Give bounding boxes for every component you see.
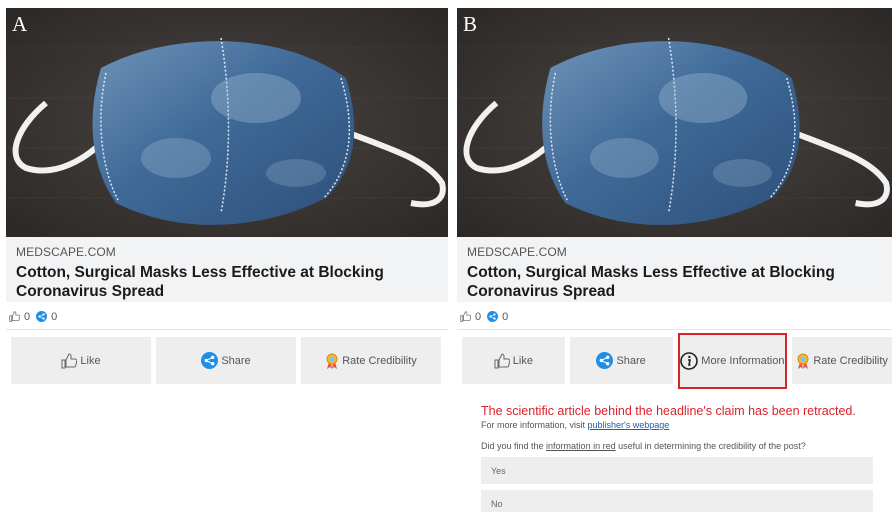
like-label: Like bbox=[80, 354, 101, 367]
likes-count: 0 bbox=[475, 310, 482, 323]
award-ribbon-icon bbox=[796, 353, 810, 369]
answer-option-yes[interactable]: Yes bbox=[481, 457, 873, 484]
thumbs-up-icon bbox=[494, 352, 510, 369]
question-prefix: Did you find the bbox=[481, 441, 547, 451]
action-bar: Like Share More Information Rate Credibi… bbox=[457, 333, 892, 389]
shares-count: 0 bbox=[51, 310, 58, 323]
source-domain: MEDSCAPE.COM bbox=[467, 245, 567, 259]
share-label: Share bbox=[616, 354, 646, 367]
award-ribbon-icon bbox=[325, 353, 339, 369]
likes-count: 0 bbox=[24, 310, 31, 323]
action-bar: Like Share Rate Credibility bbox=[6, 337, 448, 384]
share-label: Share bbox=[221, 354, 251, 367]
retraction-sub-prefix: For more information, visit bbox=[481, 420, 588, 430]
usefulness-question: Did you find the information in red usef… bbox=[481, 441, 892, 451]
info-circle-icon bbox=[680, 352, 699, 370]
post-image[interactable]: B bbox=[457, 8, 892, 237]
mask-photo bbox=[6, 8, 448, 237]
answer-option-no[interactable]: No bbox=[481, 490, 873, 512]
share-icon bbox=[36, 311, 48, 322]
reaction-counts: 0 0 bbox=[457, 304, 892, 330]
publisher-webpage-link[interactable]: publisher's webpage bbox=[588, 420, 670, 430]
thumbs-up-icon bbox=[460, 311, 472, 322]
share-icon bbox=[487, 311, 499, 322]
share-button[interactable]: Share bbox=[156, 337, 296, 384]
rate-credibility-button[interactable]: Rate Credibility bbox=[301, 337, 441, 384]
share-button[interactable]: Share bbox=[569, 337, 673, 384]
share-icon bbox=[596, 352, 614, 369]
share-icon bbox=[201, 352, 219, 369]
more-information-label: More Information bbox=[701, 355, 785, 367]
link-preview[interactable]: MEDSCAPE.COM Cotton, Surgical Masks Less… bbox=[6, 237, 448, 302]
retraction-message: The scientific article behind the headli… bbox=[481, 404, 856, 418]
rate-label: Rate Credibility bbox=[813, 354, 888, 367]
post-panel-b: B MEDSCAPE.COM Cotton, Surgical Masks Le… bbox=[457, 8, 892, 512]
source-domain: MEDSCAPE.COM bbox=[16, 245, 116, 259]
like-button[interactable]: Like bbox=[11, 337, 151, 384]
thumbs-up-icon bbox=[9, 311, 21, 322]
panel-label: B bbox=[463, 12, 478, 36]
rate-credibility-button[interactable]: Rate Credibility bbox=[792, 337, 892, 384]
post-image[interactable]: A bbox=[6, 8, 448, 237]
like-label: Like bbox=[512, 354, 533, 367]
link-preview[interactable]: MEDSCAPE.COM Cotton, Surgical Masks Less… bbox=[457, 237, 892, 302]
shares-count: 0 bbox=[502, 310, 509, 323]
thumbs-up-icon bbox=[61, 352, 78, 369]
more-information-button[interactable]: More Information bbox=[677, 333, 788, 389]
mask-photo bbox=[457, 8, 892, 237]
post-panel-a: A MEDSCAPE.COM Cotton, Surgical Masks Le… bbox=[6, 8, 448, 384]
panel-label: A bbox=[12, 12, 28, 36]
rate-label: Rate Credibility bbox=[342, 354, 417, 367]
post-headline: Cotton, Surgical Masks Less Effective at… bbox=[467, 264, 835, 300]
retraction-subtext: For more information, visit publisher's … bbox=[481, 420, 892, 430]
question-underlined: information in red bbox=[546, 441, 616, 451]
post-headline: Cotton, Surgical Masks Less Effective at… bbox=[16, 264, 384, 300]
like-button[interactable]: Like bbox=[462, 337, 565, 384]
retraction-notice: The scientific article behind the headli… bbox=[481, 404, 892, 512]
reaction-counts: 0 0 bbox=[6, 304, 448, 330]
question-suffix: useful in determining the credibility of… bbox=[615, 441, 806, 451]
